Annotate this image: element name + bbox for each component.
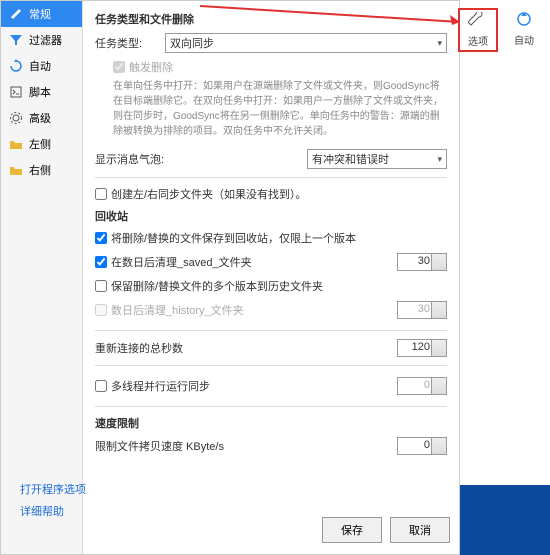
balloon-label: 显示消息气泡:	[95, 151, 185, 167]
chevron-down-icon: ▾	[437, 38, 442, 49]
speed-limit-label: 限制文件拷贝速度 KByte/s	[95, 438, 224, 454]
gear-icon	[9, 111, 23, 125]
keep-history-checkbox[interactable]: 保留删除/替换文件的多个版本到历史文件夹	[95, 278, 447, 294]
folder-right-icon	[9, 163, 23, 177]
cancel-button[interactable]: 取消	[390, 517, 450, 543]
recycle-title: 回收站	[95, 208, 447, 224]
trigger-delete-checkbox[interactable]: 触发删除	[113, 59, 447, 75]
auto-button[interactable]: 自动	[504, 8, 544, 52]
sidebar-item-general[interactable]: 常规	[1, 1, 82, 27]
sidebar-item-advanced[interactable]: 高级	[1, 105, 82, 131]
sidebar-item-auto[interactable]: 自动	[1, 53, 82, 79]
help-text: 在单向任务中打开：如果用户在源端删除了文件或文件夹，则GoodSync将在目标端…	[113, 79, 447, 139]
sidebar-item-script[interactable]: 脚本	[1, 79, 82, 105]
save-button[interactable]: 保存	[322, 517, 382, 543]
sidebar-label: 左侧	[29, 136, 51, 152]
section-title: 任务类型和文件删除	[95, 11, 447, 27]
cleanup-history-spinner: 30	[397, 301, 447, 319]
sidebar-label: 脚本	[29, 84, 51, 100]
sidebar-label: 高级	[29, 110, 51, 126]
task-type-value: 双向同步	[170, 35, 214, 51]
sidebar-label: 过滤器	[29, 32, 62, 48]
reconnect-spinner[interactable]: 120	[397, 339, 447, 357]
content-pane: 任务类型和文件删除 任务类型: 双向同步 ▾ 触发删除 在单向任务中打开：如果用…	[83, 1, 459, 554]
chevron-down-icon: ▾	[437, 154, 442, 165]
options-button[interactable]: 选项	[458, 8, 498, 52]
divider	[95, 330, 447, 331]
divider	[95, 365, 447, 366]
tool-icon	[9, 7, 23, 21]
sidebar-item-left[interactable]: 左侧	[1, 131, 82, 157]
cycle-icon	[514, 11, 534, 27]
script-icon	[9, 85, 23, 99]
sidebar-item-right[interactable]: 右侧	[1, 157, 82, 183]
multithread-checkbox[interactable]: 多线程并行运行同步	[95, 378, 210, 394]
cleanup-saved-checkbox[interactable]: 在数日后清理_saved_文件夹	[95, 254, 252, 270]
sidebar-label: 常规	[29, 6, 51, 22]
speed-limit-spinner[interactable]: 0	[397, 437, 447, 455]
options-dialog: 常规 过滤器 自动 脚本 高级 左侧 右侧 任务类型和文件删除 任务类	[0, 0, 460, 555]
multithread-spinner: 0	[397, 377, 447, 395]
desktop-background	[460, 485, 550, 555]
open-program-options-link[interactable]: 打开程序选项	[20, 481, 86, 497]
app-toolbar: 选项 自动	[458, 8, 544, 52]
funnel-icon	[9, 33, 23, 47]
sidebar-label: 右侧	[29, 162, 51, 178]
refresh-icon	[9, 59, 23, 73]
sidebar: 常规 过滤器 自动 脚本 高级 左侧 右侧	[1, 1, 83, 554]
cleanup-history-checkbox[interactable]: 数日后清理_history_文件夹	[95, 302, 244, 318]
task-type-label: 任务类型:	[95, 35, 165, 51]
wrench-icon	[468, 12, 488, 28]
sidebar-label: 自动	[29, 58, 51, 74]
bottom-links: 打开程序选项 详细帮助	[20, 475, 86, 525]
cleanup-saved-spinner[interactable]: 30	[397, 253, 447, 271]
create-folders-checkbox[interactable]: 创建左/右同步文件夹（如果没有找到）。	[95, 186, 447, 202]
save-recycle-checkbox[interactable]: 将删除/替换的文件保存到回收站，仅限上一个版本	[95, 230, 447, 246]
detailed-help-link[interactable]: 详细帮助	[20, 503, 86, 519]
task-type-select[interactable]: 双向同步 ▾	[165, 33, 447, 53]
balloon-value: 有冲突和错误时	[312, 151, 389, 167]
reconnect-label: 重新连接的总秒数	[95, 340, 183, 356]
speed-title: 速度限制	[95, 415, 447, 431]
divider	[95, 406, 447, 407]
sidebar-item-filter[interactable]: 过滤器	[1, 27, 82, 53]
folder-left-icon	[9, 137, 23, 151]
dialog-footer: 保存 取消	[322, 517, 450, 543]
divider	[95, 177, 447, 178]
balloon-select[interactable]: 有冲突和错误时 ▾	[307, 149, 447, 169]
